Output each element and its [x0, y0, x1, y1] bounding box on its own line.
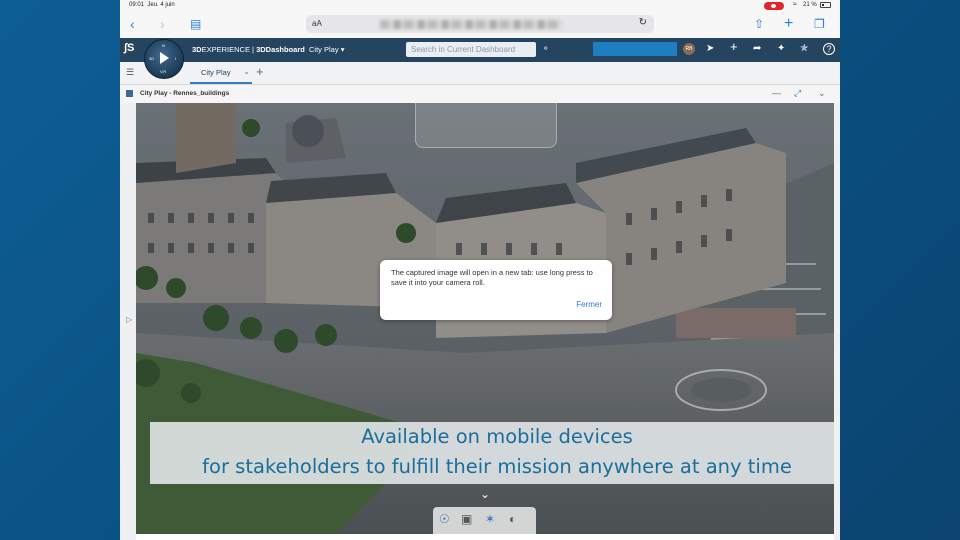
bottom-toolbar: ☉ ▣ ✶ ◐: [433, 507, 536, 534]
tab-label: City Play: [201, 68, 231, 77]
text-size-button[interactable]: aA: [312, 19, 322, 28]
address-bar[interactable]: aA ↻: [306, 15, 654, 33]
tab-city-play[interactable]: City Play ⌄: [190, 66, 252, 84]
help-icon[interactable]: ?: [823, 43, 835, 55]
status-bar: 09:01 Jeu. 4 juin ≈ 21 %: [120, 0, 840, 12]
forward-share-icon[interactable]: ➦: [753, 43, 761, 55]
chevron-down-icon[interactable]: ⌄: [243, 66, 250, 78]
dashboard-tabs: ☰ City Play ⌄ +: [120, 62, 840, 85]
speedometer-icon[interactable]: ◐: [509, 512, 516, 526]
widget-header: City Play - Rennes_buildings — ⤢ ⌄: [120, 85, 840, 103]
search-input[interactable]: Search in Current Dashboard: [406, 42, 536, 57]
caption-banner: Available on mobile devices for stakehol…: [150, 422, 834, 484]
new-tab-icon[interactable]: +: [784, 16, 793, 32]
view-tools-panel[interactable]: [415, 103, 557, 148]
blurred-url: [380, 20, 562, 29]
screen-record-icon[interactable]: [764, 2, 784, 10]
measure-icon[interactable]: ✶: [485, 512, 495, 526]
caption-line-2: for stakeholders to fulfill their missio…: [202, 455, 792, 478]
capture-dialog: The captured image will open in a new ta…: [380, 260, 612, 320]
dialog-message: The captured image will open in a new ta…: [391, 268, 593, 287]
menu-icon[interactable]: ☰: [126, 67, 134, 78]
user-menu-area[interactable]: [593, 42, 677, 56]
battery-icon: [820, 2, 831, 8]
network-icon[interactable]: ✦: [777, 43, 785, 55]
tabs-overview-icon[interactable]: ❐: [814, 16, 825, 32]
app-title[interactable]: 3DEXPERIENCE | 3DDashboard City Play ▾: [192, 45, 344, 54]
play-icon: [160, 52, 169, 64]
compass-icon[interactable]: N 3D i V,R: [144, 39, 184, 79]
left-panel: ▷: [120, 103, 136, 540]
navigation-compass-icon[interactable]: ☉: [439, 512, 450, 526]
share-icon[interactable]: ⇧: [754, 16, 764, 32]
close-button[interactable]: Fermer: [576, 300, 602, 309]
tag-icon[interactable]: ⚬: [542, 43, 550, 54]
caption-line-1: Available on mobile devices: [361, 425, 633, 448]
status-time: 09:01 Jeu. 4 juin: [129, 2, 175, 8]
widget-title: City Play - Rennes_buildings: [140, 90, 230, 97]
add-icon[interactable]: +: [730, 40, 738, 53]
wifi-icon: ≈: [793, 1, 797, 8]
avatar[interactable]: RB: [683, 43, 695, 55]
add-tab-icon[interactable]: +: [256, 64, 264, 79]
forward-icon[interactable]: ›: [160, 16, 165, 32]
widget-menu-chevron-icon[interactable]: ⌄: [818, 88, 826, 99]
widget-icon: [126, 90, 133, 97]
expand-icon[interactable]: ⤢: [794, 88, 801, 99]
minimize-icon[interactable]: —: [772, 88, 781, 98]
reload-icon[interactable]: ↻: [639, 17, 647, 28]
camera-icon[interactable]: ▣: [461, 512, 472, 526]
ds-logo-icon: ∫S: [124, 42, 135, 54]
bookmarks-icon[interactable]: ▤: [190, 16, 201, 32]
ipad-screen: 09:01 Jeu. 4 juin ≈ 21 % ‹ › ▤ aA ↻ ⇧ + …: [120, 0, 840, 540]
expand-panel-icon[interactable]: ▷: [126, 315, 132, 324]
share-3d-icon[interactable]: ➤: [706, 43, 714, 55]
compass-apps-icon[interactable]: ✯: [800, 43, 808, 55]
right-panel: [834, 103, 840, 540]
back-icon[interactable]: ‹: [130, 16, 135, 32]
safari-toolbar: ‹ › ▤ aA ↻ ⇧ + ❐: [120, 12, 840, 39]
chevron-down-icon[interactable]: ⌄: [480, 487, 490, 501]
3d-city-viewport[interactable]: The captured image will open in a new ta…: [136, 103, 834, 534]
app-header: ∫S 3DEXPERIENCE | 3DDashboard City Play …: [120, 38, 840, 62]
battery-percent: 21 %: [803, 2, 817, 8]
